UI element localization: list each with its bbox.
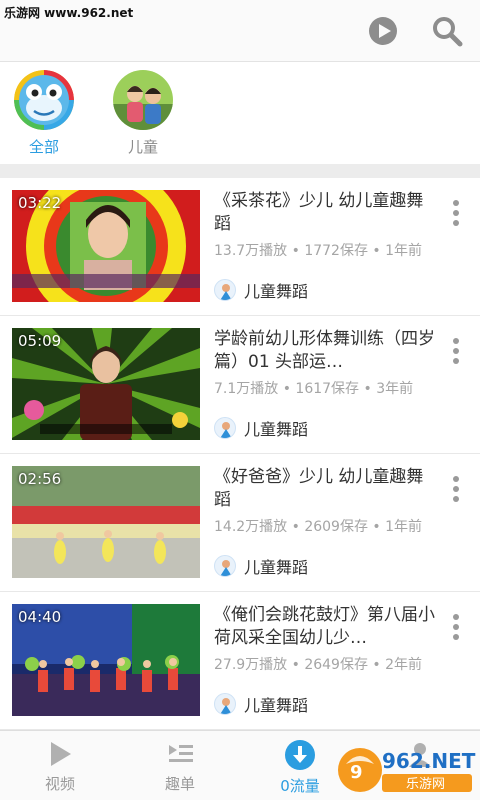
video-thumbnail[interactable]: 02:56: [12, 466, 200, 578]
channel-link[interactable]: 儿童舞蹈: [214, 554, 308, 578]
video-item[interactable]: 02:56 《好爸爸》少儿 幼儿童趣舞蹈 14.2万播放 • 2609保存 • …: [0, 454, 480, 592]
logo-subtext: 乐游网: [406, 777, 445, 792]
video-item[interactable]: 04:40 《俺们会跳花鼓灯》第八届小荷风采全国幼儿少… 27.9万播放 • 2…: [0, 592, 480, 730]
frog-avatar-icon: [14, 70, 74, 130]
category-kids[interactable]: 儿童: [111, 70, 175, 157]
video-meta: 7.1万播放 • 1617保存 • 3年前: [214, 381, 414, 397]
svg-text:9: 9: [350, 762, 363, 783]
video-duration: 05:09: [18, 332, 62, 350]
watermark-text: 乐游网 www.962.net: [4, 6, 134, 20]
tab-playlists[interactable]: 趣单: [120, 731, 240, 800]
video-meta: 13.7万播放 • 1772保存 • 1年前: [214, 243, 423, 259]
channel-avatar: [214, 417, 236, 439]
play-circle-icon[interactable]: [367, 15, 399, 47]
kids-photo-avatar: [113, 70, 173, 130]
channel-name: 儿童舞蹈: [244, 282, 309, 301]
video-duration: 03:22: [18, 194, 62, 212]
video-title[interactable]: 《好爸爸》少儿 幼儿童趣舞蹈: [214, 466, 436, 512]
video-thumbnail[interactable]: 04:40: [12, 604, 200, 716]
search-icon[interactable]: [431, 15, 463, 47]
more-options-icon[interactable]: [448, 200, 464, 230]
tab-videos[interactable]: 视频: [0, 731, 120, 800]
channel-name: 儿童舞蹈: [244, 420, 309, 439]
video-thumbnail[interactable]: 05:09: [12, 328, 200, 440]
channel-avatar: [214, 555, 236, 577]
video-duration: 04:40: [18, 608, 62, 626]
more-options-icon[interactable]: [448, 614, 464, 644]
video-item[interactable]: 03:22 《采茶花》少儿 幼儿童趣舞蹈 13.7万播放 • 1772保存 • …: [0, 178, 480, 316]
category-all[interactable]: 全部: [12, 70, 76, 157]
more-options-icon[interactable]: [448, 476, 464, 506]
video-title[interactable]: 《采茶花》少儿 幼儿童趣舞蹈: [214, 190, 436, 236]
video-item[interactable]: 05:09 学龄前幼儿形体舞训练（四岁篇）01 头部运… 7.1万播放 • 16…: [0, 316, 480, 454]
play-triangle-icon: [51, 742, 71, 766]
channel-link[interactable]: 儿童舞蹈: [214, 416, 308, 440]
more-options-icon[interactable]: [448, 338, 464, 368]
video-list: 03:22 《采茶花》少儿 幼儿童趣舞蹈 13.7万播放 • 1772保存 • …: [0, 178, 480, 730]
category-label: 儿童: [127, 138, 158, 156]
video-title[interactable]: 学龄前幼儿形体舞训练（四岁篇）01 头部运…: [214, 328, 436, 374]
tab-label: 视频: [44, 775, 75, 793]
video-thumbnail[interactable]: 03:22: [12, 190, 200, 302]
category-strip: 全部 儿童: [0, 62, 480, 164]
section-divider: [0, 164, 480, 178]
corner-watermark-logo: 9 962.NET 乐游网: [336, 744, 476, 796]
playlist-icon: [169, 745, 193, 762]
category-label: 全部: [28, 138, 59, 156]
channel-link[interactable]: 儿童舞蹈: [214, 278, 308, 302]
video-title[interactable]: 《俺们会跳花鼓灯》第八届小荷风采全国幼儿少…: [214, 604, 436, 650]
top-bar: 乐游网 www.962.net: [0, 0, 480, 62]
video-meta: 14.2万播放 • 2609保存 • 1年前: [214, 519, 423, 535]
channel-link[interactable]: 儿童舞蹈: [214, 692, 308, 716]
download-icon: [285, 740, 315, 770]
video-meta: 27.9万播放 • 2649保存 • 2年前: [214, 657, 423, 673]
channel-avatar: [214, 693, 236, 715]
channel-name: 儿童舞蹈: [244, 558, 309, 577]
channel-avatar: [214, 279, 236, 301]
video-duration: 02:56: [18, 470, 62, 488]
channel-name: 儿童舞蹈: [244, 696, 309, 715]
tab-label: 趣单: [164, 775, 195, 793]
logo-text: 962.NET: [382, 749, 476, 773]
